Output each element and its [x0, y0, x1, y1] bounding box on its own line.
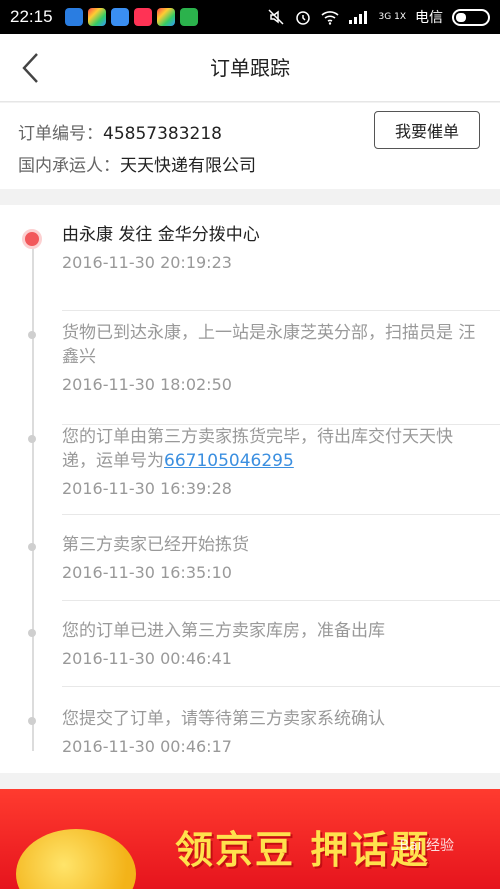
timeline-dot: [28, 629, 36, 637]
tracking-text: 您提交了订单，请等待第三方卖家系统确认: [62, 709, 385, 729]
nav-bar: 订单跟踪: [0, 34, 500, 102]
timeline-line: [32, 243, 34, 751]
tracking-item: 您的订单已进入第三方卖家库房，准备出库 2016-11-30 00:46:41: [28, 601, 500, 687]
tracking-text: 您的订单已进入第三方卖家库房，准备出库: [62, 621, 385, 641]
timeline-dot: [28, 435, 36, 443]
page-title: 订单跟踪: [210, 56, 290, 80]
back-button[interactable]: [10, 46, 50, 90]
tracking-time: 2016-11-30 00:46:17: [62, 737, 232, 756]
tracking-item: 货物已到达永康，上一站是永康芝英分部，扫描员是 汪鑫兴 2016-11-30 1…: [28, 311, 500, 425]
tracking-list: 由永康 发往 金华分拨中心 2016-11-30 20:19:23 货物已到达永…: [0, 205, 500, 773]
tracking-text: 您的订单由第三方卖家拣货完毕，待出库交付天天快递，运单号为66710504629…: [62, 425, 500, 473]
tracking-time: 2016-11-30 20:19:23: [62, 253, 232, 272]
notification-icons: [64, 8, 198, 26]
timeline-dot: [28, 331, 36, 339]
tracking-time: 2016-11-30 18:02:50: [62, 375, 232, 394]
watermark: Bai 经验: [399, 838, 454, 854]
alarm-icon: [295, 11, 310, 25]
tracking-item: 您提交了订单，请等待第三方卖家系统确认 2016-11-30 00:46:17: [28, 687, 500, 771]
tracking-item: 您的订单由第三方卖家拣货完毕，待出库交付天天快递，运单号为66710504629…: [28, 425, 500, 515]
tracking-item: 由永康 发往 金华分拨中心 2016-11-30 20:19:23: [22, 223, 500, 311]
waybill-number-link[interactable]: 667105046295: [164, 451, 294, 471]
carrier-label: 国内承运人：: [18, 156, 120, 176]
promo-banner[interactable]: 领京豆 押话题 Bai 经验: [0, 789, 500, 889]
tracking-time: 2016-11-30 16:39:28: [62, 479, 232, 498]
carrier-row: 国内承运人：天天快递有限公司: [18, 151, 256, 176]
tracking-time: 2016-11-30 00:46:41: [62, 649, 232, 668]
tracking-item: 第三方卖家已经开始拣货 2016-11-30 16:35:10: [28, 515, 500, 601]
order-number-value: 45857383218: [103, 124, 222, 144]
jingdou-bean-image: [16, 829, 136, 889]
current-status-dot: [22, 229, 42, 249]
status-bar: 22:15 3G 1X 电信: [0, 0, 500, 34]
order-number-label: 订单编号：: [18, 124, 103, 144]
tracking-text: 第三方卖家已经开始拣货: [62, 535, 249, 555]
mute-icon: [268, 9, 284, 25]
order-info-card: 订单编号：45857383218 国内承运人：天天快递有限公司 我要催单: [0, 103, 500, 189]
wifi-icon: [321, 11, 339, 25]
app-notification-icon: [64, 8, 83, 26]
app-notification-icon: [110, 8, 129, 26]
carrier-value: 天天快递有限公司: [120, 156, 256, 176]
network-type: 3G 1X: [378, 11, 406, 22]
app-notification-icon: [133, 8, 152, 26]
signal-icon: [348, 11, 367, 24]
timeline-dot: [28, 717, 36, 725]
tracking-time: 2016-11-30 16:35:10: [62, 563, 232, 582]
battery-icon: [452, 8, 490, 26]
urge-order-button[interactable]: 我要催单: [374, 111, 480, 149]
timeline-dot: [28, 543, 36, 551]
banner-headline: 领京豆 押话题: [175, 828, 431, 872]
app-notification-icon: [179, 8, 198, 26]
chevron-left-icon: [22, 53, 38, 83]
tracking-text: 由永康 发往 金华分拨中心: [62, 225, 260, 245]
carrier-name: 电信: [415, 10, 443, 26]
app-notification-icon: [156, 8, 175, 26]
status-time: 22:15: [10, 7, 53, 26]
tracking-text: 货物已到达永康，上一站是永康芝英分部，扫描员是 汪鑫兴: [62, 323, 476, 367]
app-notification-icon: [87, 8, 106, 26]
order-number-row: 订单编号：45857383218: [18, 119, 222, 144]
